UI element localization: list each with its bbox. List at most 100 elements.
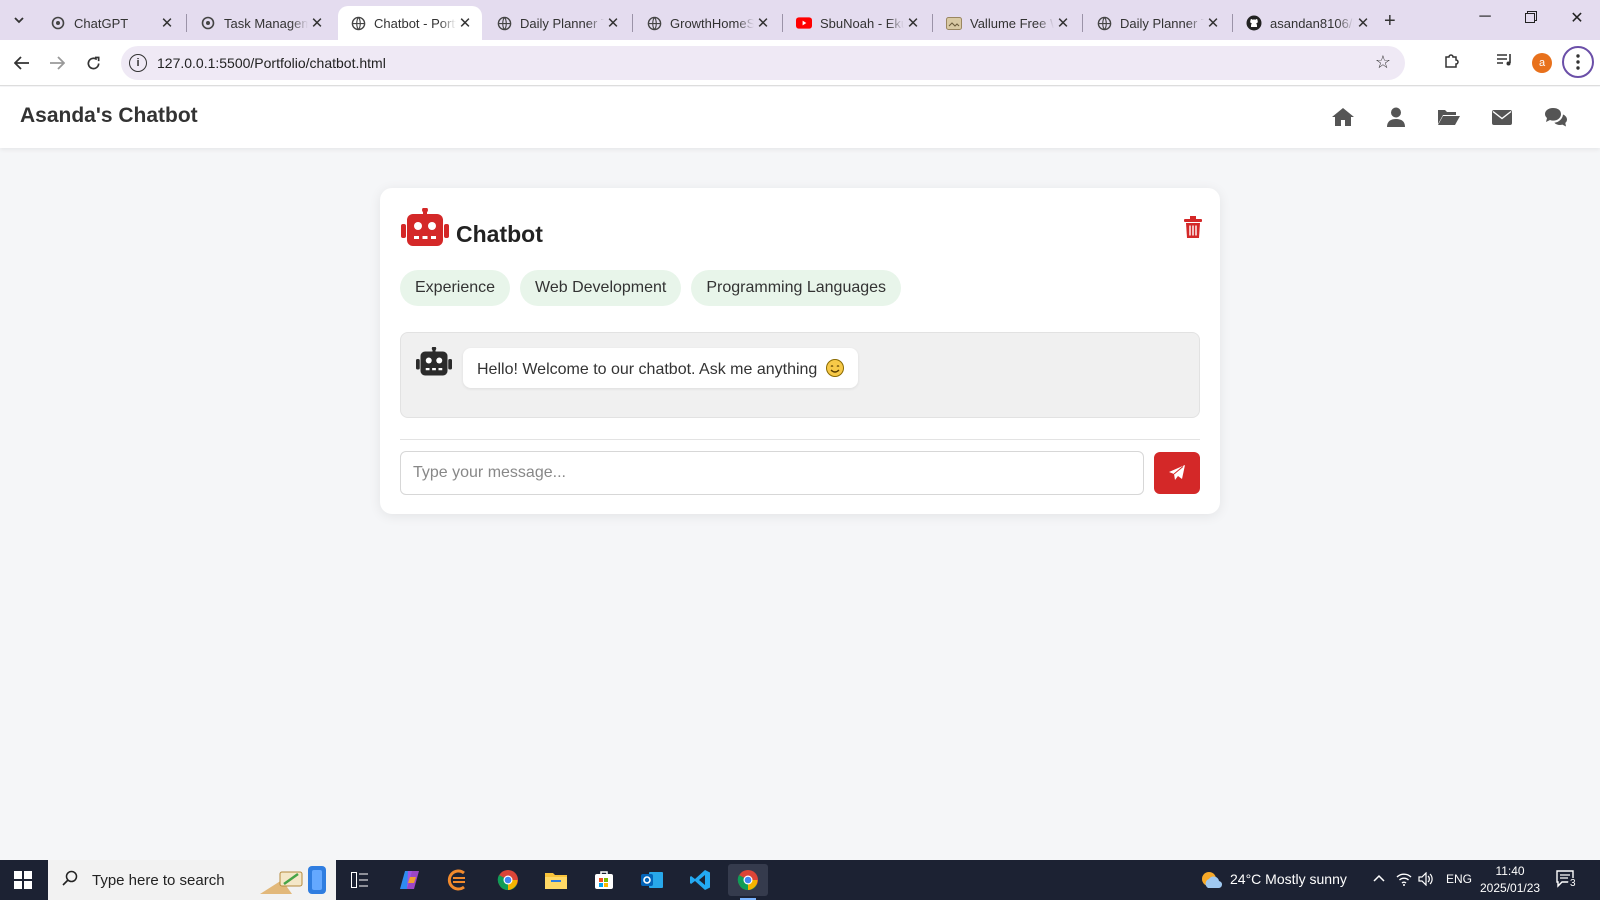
taskbar-search-box[interactable]: Type here to search bbox=[48, 860, 336, 900]
close-window-button[interactable]: ✕ bbox=[1562, 8, 1592, 28]
close-icon[interactable]: ✕ bbox=[604, 14, 622, 32]
tab-search-button[interactable] bbox=[6, 8, 32, 32]
tab-title: SbuNoah - Ekuseni bbox=[820, 15, 904, 31]
browser-toolbar: i 127.0.0.1:5500/Portfolio/chatbot.html … bbox=[0, 40, 1600, 86]
system-clock[interactable]: 11:40 2025/01/23 bbox=[1480, 863, 1540, 897]
tab-title: Vallume Free Web bbox=[970, 15, 1054, 31]
globe-icon bbox=[496, 15, 512, 31]
minimize-button[interactable]: ─ bbox=[1470, 8, 1500, 26]
paper-plane-icon bbox=[1169, 465, 1185, 480]
search-highlight-illustration-icon bbox=[258, 864, 330, 900]
site-info-icon[interactable]: i bbox=[129, 54, 147, 72]
extensions-icon[interactable] bbox=[1443, 52, 1461, 75]
wifi-icon[interactable] bbox=[1396, 872, 1412, 889]
profile-avatar[interactable]: a bbox=[1532, 53, 1552, 73]
comments-icon[interactable] bbox=[1543, 105, 1569, 129]
chatbot-header: Chatbot bbox=[400, 207, 543, 253]
media-control-icon[interactable] bbox=[1496, 52, 1514, 73]
close-icon[interactable]: ✕ bbox=[1054, 14, 1072, 32]
close-icon[interactable]: ✕ bbox=[904, 14, 922, 32]
github-icon bbox=[1246, 15, 1262, 31]
globe-icon bbox=[350, 15, 366, 31]
globe-icon bbox=[1096, 15, 1112, 31]
bot-message-bubble: Hello! Welcome to our chatbot. Ask me an… bbox=[463, 348, 858, 388]
browser-tab[interactable]: Daily Planner Template ✕ bbox=[1084, 6, 1230, 40]
site-header: Asanda's Chatbot bbox=[0, 87, 1600, 148]
topic-chips: Experience Web Development Programming L… bbox=[400, 270, 902, 306]
home-icon[interactable] bbox=[1330, 105, 1356, 129]
outlook-icon[interactable] bbox=[632, 864, 672, 896]
clock-date: 2025/01/23 bbox=[1480, 881, 1541, 895]
user-icon[interactable] bbox=[1383, 105, 1409, 129]
tab-separator bbox=[186, 14, 187, 32]
taskbar-search-placeholder: Type here to search bbox=[92, 871, 225, 889]
browser-tab[interactable]: Daily Planner Template ✕ bbox=[484, 6, 630, 40]
restore-icon bbox=[1525, 11, 1537, 23]
url-text[interactable]: 127.0.0.1:5500/Portfolio/chatbot.html bbox=[157, 55, 386, 71]
notifications-icon[interactable]: 3 bbox=[1556, 870, 1578, 895]
close-icon[interactable]: ✕ bbox=[158, 14, 176, 32]
eclipse-ide-icon[interactable] bbox=[438, 864, 478, 896]
tab-title: Daily Planner Template bbox=[520, 15, 604, 31]
browser-tab-strip: ChatGPT ✕ Task Management ✕ Chatbot - Po… bbox=[0, 0, 1600, 40]
tab-separator bbox=[932, 14, 933, 32]
chevron-up-icon[interactable] bbox=[1373, 869, 1385, 886]
browser-tab[interactable]: Task Management ✕ bbox=[188, 6, 334, 40]
close-icon[interactable]: ✕ bbox=[456, 14, 474, 32]
browser-tab[interactable]: ChatGPT ✕ bbox=[38, 6, 184, 40]
trash-icon bbox=[1184, 216, 1202, 238]
forward-button[interactable] bbox=[44, 50, 70, 76]
arrow-left-icon bbox=[14, 56, 29, 70]
topic-chip-programming-languages[interactable]: Programming Languages bbox=[691, 270, 902, 306]
notification-count: 3 bbox=[1568, 878, 1578, 889]
arrow-right-icon bbox=[50, 56, 65, 70]
restore-button[interactable] bbox=[1516, 10, 1546, 28]
tab-title: Daily Planner Template bbox=[1120, 15, 1204, 31]
file-explorer-icon[interactable] bbox=[536, 864, 576, 896]
tab-separator bbox=[1082, 14, 1083, 32]
close-icon[interactable]: ✕ bbox=[1204, 14, 1222, 32]
message-input[interactable] bbox=[400, 451, 1144, 495]
back-button[interactable] bbox=[9, 50, 35, 76]
microsoft-store-icon[interactable] bbox=[584, 864, 624, 896]
close-icon[interactable]: ✕ bbox=[1354, 14, 1372, 32]
envelope-icon[interactable] bbox=[1489, 105, 1515, 129]
tab-title: Chatbot - Portfolio bbox=[374, 15, 456, 31]
tab-separator bbox=[1232, 14, 1233, 32]
copilot-icon[interactable] bbox=[390, 864, 430, 896]
send-button[interactable] bbox=[1154, 452, 1200, 494]
address-bar[interactable]: i 127.0.0.1:5500/Portfolio/chatbot.html … bbox=[121, 46, 1405, 80]
windows-taskbar: Type here to search 24°C Mostly sunny EN… bbox=[0, 860, 1600, 900]
site-brand[interactable]: Asanda's Chatbot bbox=[20, 104, 198, 128]
chrome-icon[interactable] bbox=[488, 864, 528, 896]
smiling-face-emoji-icon bbox=[825, 359, 844, 377]
chrome-active-icon[interactable] bbox=[728, 864, 768, 900]
folder-icon[interactable] bbox=[1436, 105, 1462, 129]
browser-tab-active[interactable]: Chatbot - Portfolio ✕ bbox=[338, 6, 482, 40]
browser-tab[interactable]: asandan8106/Portfolio ✕ bbox=[1234, 6, 1380, 40]
bookmark-star-icon[interactable]: ☆ bbox=[1375, 52, 1391, 73]
browser-menu-button[interactable] bbox=[1562, 46, 1594, 78]
volume-icon[interactable] bbox=[1418, 871, 1434, 889]
chat-window[interactable]: Hello! Welcome to our chatbot. Ask me an… bbox=[400, 332, 1200, 418]
bot-avatar-icon bbox=[415, 346, 453, 382]
topic-chip-experience[interactable]: Experience bbox=[400, 270, 511, 306]
browser-tab[interactable]: SbuNoah - Ekuseni ✕ bbox=[784, 6, 930, 40]
search-icon bbox=[62, 870, 78, 891]
browser-tab[interactable]: Vallume Free Web ✕ bbox=[934, 6, 1080, 40]
image-icon bbox=[946, 15, 962, 31]
task-view-icon[interactable] bbox=[340, 864, 380, 896]
browser-tab[interactable]: GrowthHomeSchool ✕ bbox=[634, 6, 780, 40]
close-icon[interactable]: ✕ bbox=[754, 14, 772, 32]
windows-start-icon[interactable] bbox=[14, 871, 32, 894]
language-indicator[interactable]: ENG bbox=[1446, 872, 1472, 886]
reload-button[interactable] bbox=[80, 50, 106, 76]
new-tab-button[interactable]: + bbox=[1384, 10, 1396, 33]
clear-chat-button[interactable] bbox=[1184, 216, 1202, 243]
weather-text[interactable]: 24°C Mostly sunny bbox=[1230, 871, 1347, 887]
weather-sunny-icon[interactable] bbox=[1200, 870, 1223, 895]
vscode-icon[interactable] bbox=[680, 864, 720, 896]
close-icon[interactable]: ✕ bbox=[308, 14, 326, 32]
tab-title: asandan8106/Portfolio bbox=[1270, 15, 1354, 31]
topic-chip-web-development[interactable]: Web Development bbox=[520, 270, 682, 306]
